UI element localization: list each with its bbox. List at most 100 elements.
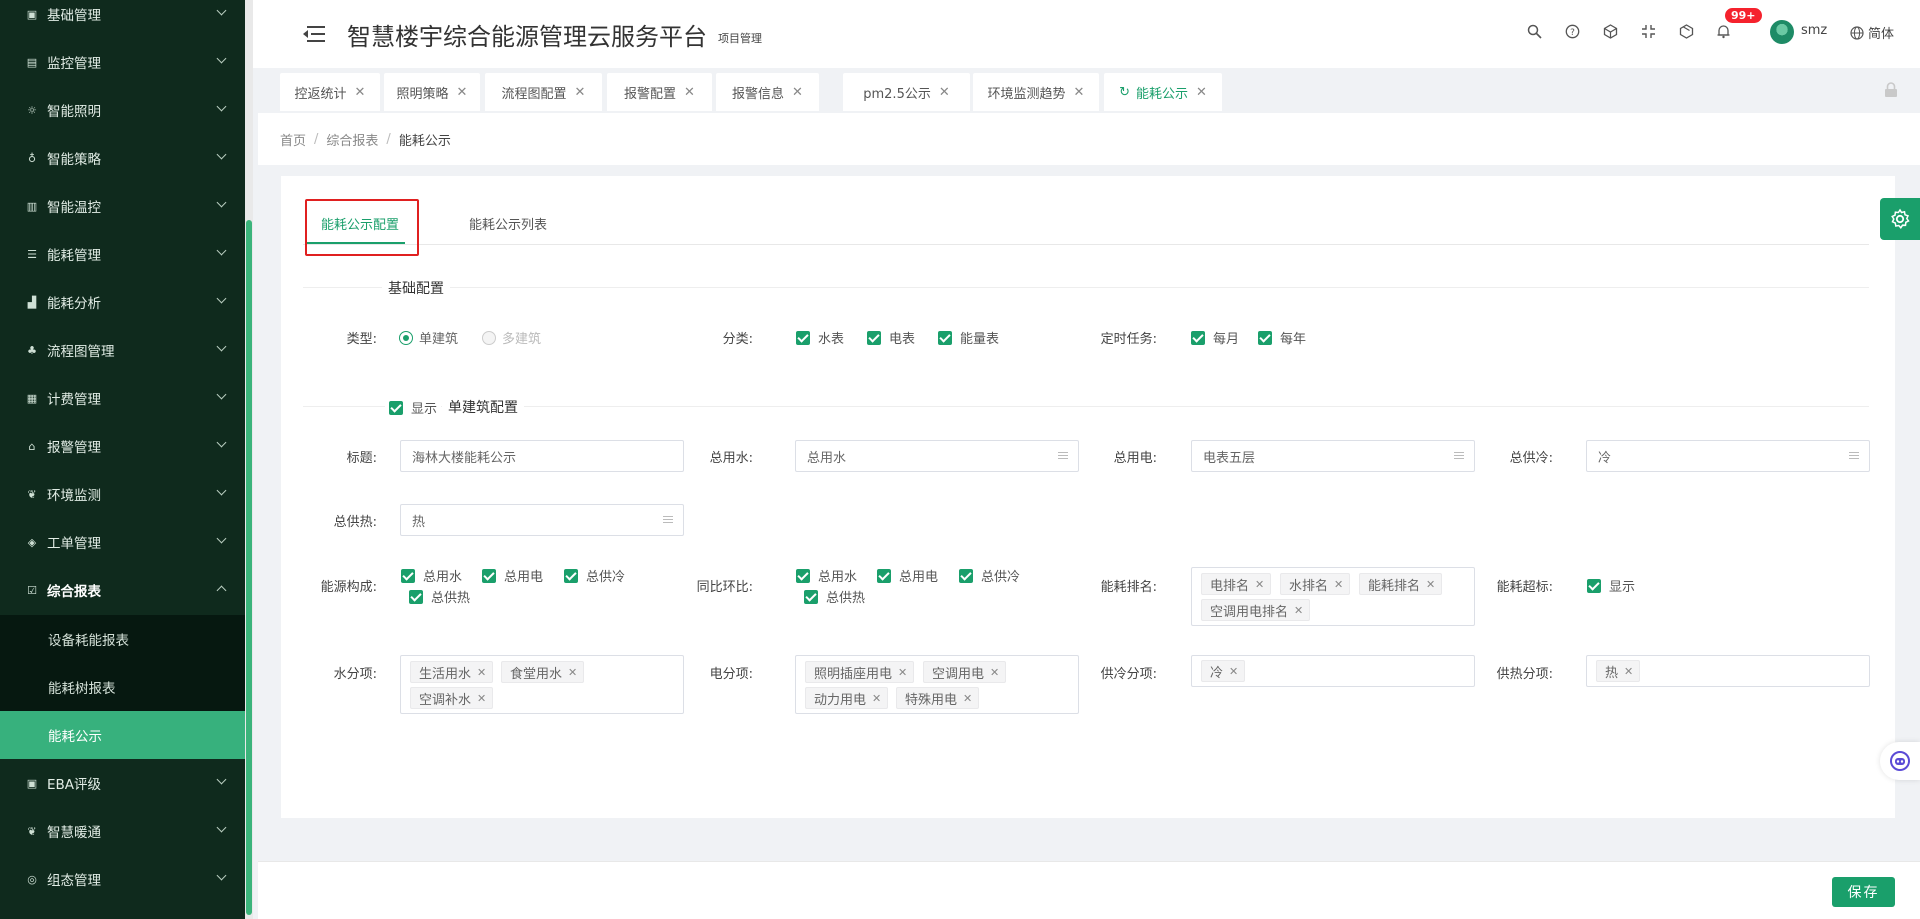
checkbox-comp-cool[interactable]: 总供冷 (564, 566, 625, 585)
language-switch[interactable]: 简体 (1850, 23, 1894, 42)
checkbox-water-meter[interactable]: 水表 (796, 328, 844, 347)
checkbox-yoy-elec[interactable]: 总用电 (877, 566, 938, 585)
close-icon[interactable]: ✕ (355, 85, 366, 100)
tab-lighting-strategy[interactable]: 照明策略 ✕ (384, 73, 480, 111)
close-icon[interactable]: ✕ (792, 85, 803, 100)
tag-close-icon[interactable]: ✕ (1294, 604, 1303, 617)
checkbox-comp-water[interactable]: 总用水 (401, 566, 462, 585)
fullscreen-icon[interactable] (1639, 22, 1657, 40)
checkbox-electric-meter[interactable]: 电表 (867, 328, 915, 347)
sidebar-item-temperature[interactable]: ▥ 智能温控 (0, 182, 245, 230)
refresh-icon[interactable]: ↻ (1119, 85, 1130, 100)
elec-sub-multiselect[interactable]: 照明插座用电 ✕ 空调用电 ✕ 动力用电 ✕ 特殊用电 ✕ (795, 655, 1079, 714)
settings-float-button[interactable] (1880, 198, 1920, 240)
heat-total-select[interactable]: 热 (400, 504, 684, 536)
water-total-select[interactable]: 总用水 (795, 440, 1079, 472)
close-icon[interactable]: ✕ (575, 85, 586, 100)
tag: 空调用电 ✕ (923, 661, 1007, 683)
close-icon[interactable]: ✕ (1074, 85, 1085, 100)
checkbox-checked-icon (1191, 330, 1205, 345)
checkbox-comp-elec[interactable]: 总用电 (482, 566, 543, 585)
sidebar-item-workorder[interactable]: ◈ 工单管理 (0, 518, 245, 566)
gear-icon (1891, 208, 1910, 230)
tab-control-stats[interactable]: 控返统计 ✕ (280, 73, 380, 111)
sidebar-item-environment[interactable]: ❦ 环境监测 (0, 470, 245, 518)
tag-close-icon[interactable]: ✕ (990, 666, 999, 679)
radio-single-building[interactable]: 单建筑 (399, 328, 458, 347)
tag-close-icon[interactable]: ✕ (477, 692, 486, 705)
sidebar-item-monitor[interactable]: ▤ 监控管理 (0, 38, 245, 86)
sidebar-scrollbar-thumb[interactable] (246, 220, 252, 915)
checkbox-monthly[interactable]: 每月 (1191, 328, 1239, 347)
lock-icon[interactable] (1884, 82, 1898, 98)
sidebar-subitem-energy-publicity[interactable]: 能耗公示 (0, 711, 245, 759)
tag-close-icon[interactable]: ✕ (963, 692, 972, 705)
checkbox-energy-meter[interactable]: 能量表 (938, 328, 999, 347)
tag-close-icon[interactable]: ✕ (1229, 665, 1238, 678)
cool-total-select[interactable]: 冷 (1586, 440, 1870, 472)
checkbox-yoy-heat[interactable]: 总供热 (804, 587, 865, 606)
checkbox-checked-icon (938, 330, 952, 345)
tag-close-icon[interactable]: ✕ (1334, 578, 1343, 591)
tag-close-icon[interactable]: ✕ (1255, 578, 1264, 591)
tab-energy-publicity[interactable]: ↻ 能耗公示 ✕ (1104, 73, 1222, 111)
search-icon[interactable] (1525, 22, 1543, 40)
sidebar-item-basic[interactable]: ▣ 基础管理 (0, 0, 245, 38)
sidebar-item-hvac[interactable]: ❦ 智慧暖通 (0, 807, 245, 855)
assistant-float-button[interactable] (1880, 742, 1920, 780)
breadcrumb-current: 能耗公示 (398, 133, 451, 149)
sidebar-item-alarm[interactable]: ⌂ 报警管理 (0, 422, 245, 470)
top-header: 智慧楼宇综合能源管理云服务平台 项目管理 ? 99+ smz 简体 (253, 0, 1920, 68)
avatar[interactable] (1770, 20, 1794, 44)
sidebar-item-strategy[interactable]: ♁ 智能策略 (0, 134, 245, 182)
breadcrumb-parent[interactable]: 综合报表 (326, 130, 378, 149)
checkbox-comp-heat[interactable]: 总供热 (409, 587, 470, 606)
sidebar-scrollbar[interactable] (245, 0, 253, 919)
tab-alarm-info[interactable]: 报警信息 ✕ (716, 73, 819, 111)
tab-alarm-config[interactable]: 报警配置 ✕ (607, 73, 712, 111)
tab-publicity-list[interactable]: 能耗公示列表 (469, 214, 547, 233)
sidebar-item-flowchart[interactable]: ♣ 流程图管理 (0, 326, 245, 374)
tab-pm25[interactable]: pm2.5公示 ✕ (843, 73, 970, 111)
sidebar-subitem-tree-report[interactable]: 能耗树报表 (0, 663, 245, 711)
tab-env-trend[interactable]: 环境监测趋势 ✕ (973, 73, 1099, 111)
close-icon[interactable]: ✕ (1196, 85, 1207, 100)
sidebar-item-reports[interactable]: ☑ 综合报表 (0, 566, 245, 614)
rank-multiselect[interactable]: 电排名 ✕ 水排名 ✕ 能耗排名 ✕ 空调用电排名 ✕ (1191, 567, 1475, 626)
breadcrumb-home[interactable]: 首页 (280, 130, 306, 149)
sidebar-item-eba[interactable]: ▣ EBA评级 (0, 759, 245, 807)
sidebar-subitem-device-report[interactable]: 设备耗能报表 (0, 615, 245, 663)
tag-close-icon[interactable]: ✕ (568, 666, 577, 679)
tag-close-icon[interactable]: ✕ (872, 692, 881, 705)
sidebar-item-lighting[interactable]: ☼ 智能照明 (0, 86, 245, 134)
sidebar-item-energy-mgmt[interactable]: ☰ 能耗管理 (0, 230, 245, 278)
bell-icon[interactable] (1714, 22, 1732, 40)
close-icon[interactable]: ✕ (684, 85, 695, 100)
checkbox-over-show[interactable]: 显示 (1587, 576, 1635, 595)
sidebar-item-billing[interactable]: ▦ 计费管理 (0, 374, 245, 422)
heat-sub-multiselect[interactable]: 热 ✕ (1586, 655, 1870, 687)
checkbox-show-single[interactable]: 显示 (385, 398, 442, 417)
menu-fold-icon[interactable] (303, 24, 325, 44)
checkbox-yearly[interactable]: 每年 (1258, 328, 1306, 347)
sidebar-item-config[interactable]: ◎ 组态管理 (0, 855, 245, 903)
tabs-bar: 控返统计 ✕ 照明策略 ✕ 流程图配置 ✕ 报警配置 ✕ 报警信息 ✕ pm2.5公示 ✕ … (253, 68, 1920, 113)
radio-multi-building: 多建筑 (482, 328, 541, 347)
tag-close-icon[interactable]: ✕ (898, 666, 907, 679)
checkbox-yoy-water[interactable]: 总用水 (796, 566, 857, 585)
close-icon[interactable]: ✕ (939, 85, 950, 100)
tag-close-icon[interactable]: ✕ (1426, 578, 1435, 591)
tab-flowchart-config[interactable]: 流程图配置 ✕ (485, 73, 602, 111)
save-button[interactable]: 保存 (1832, 877, 1895, 907)
package-icon[interactable] (1677, 22, 1695, 40)
help-icon[interactable]: ? (1563, 22, 1581, 40)
username[interactable]: smz (1801, 23, 1827, 38)
tag-close-icon[interactable]: ✕ (1624, 665, 1633, 678)
cool-sub-multiselect[interactable]: 冷 ✕ (1191, 655, 1475, 687)
tag-close-icon[interactable]: ✕ (477, 666, 486, 679)
sidebar-item-energy-analysis[interactable]: ▟ 能耗分析 (0, 278, 245, 326)
cube-icon[interactable] (1601, 22, 1619, 40)
checkbox-yoy-cool[interactable]: 总供冷 (959, 566, 1020, 585)
close-icon[interactable]: ✕ (457, 85, 468, 100)
elec-total-select[interactable]: 电表五层 (1191, 440, 1475, 472)
